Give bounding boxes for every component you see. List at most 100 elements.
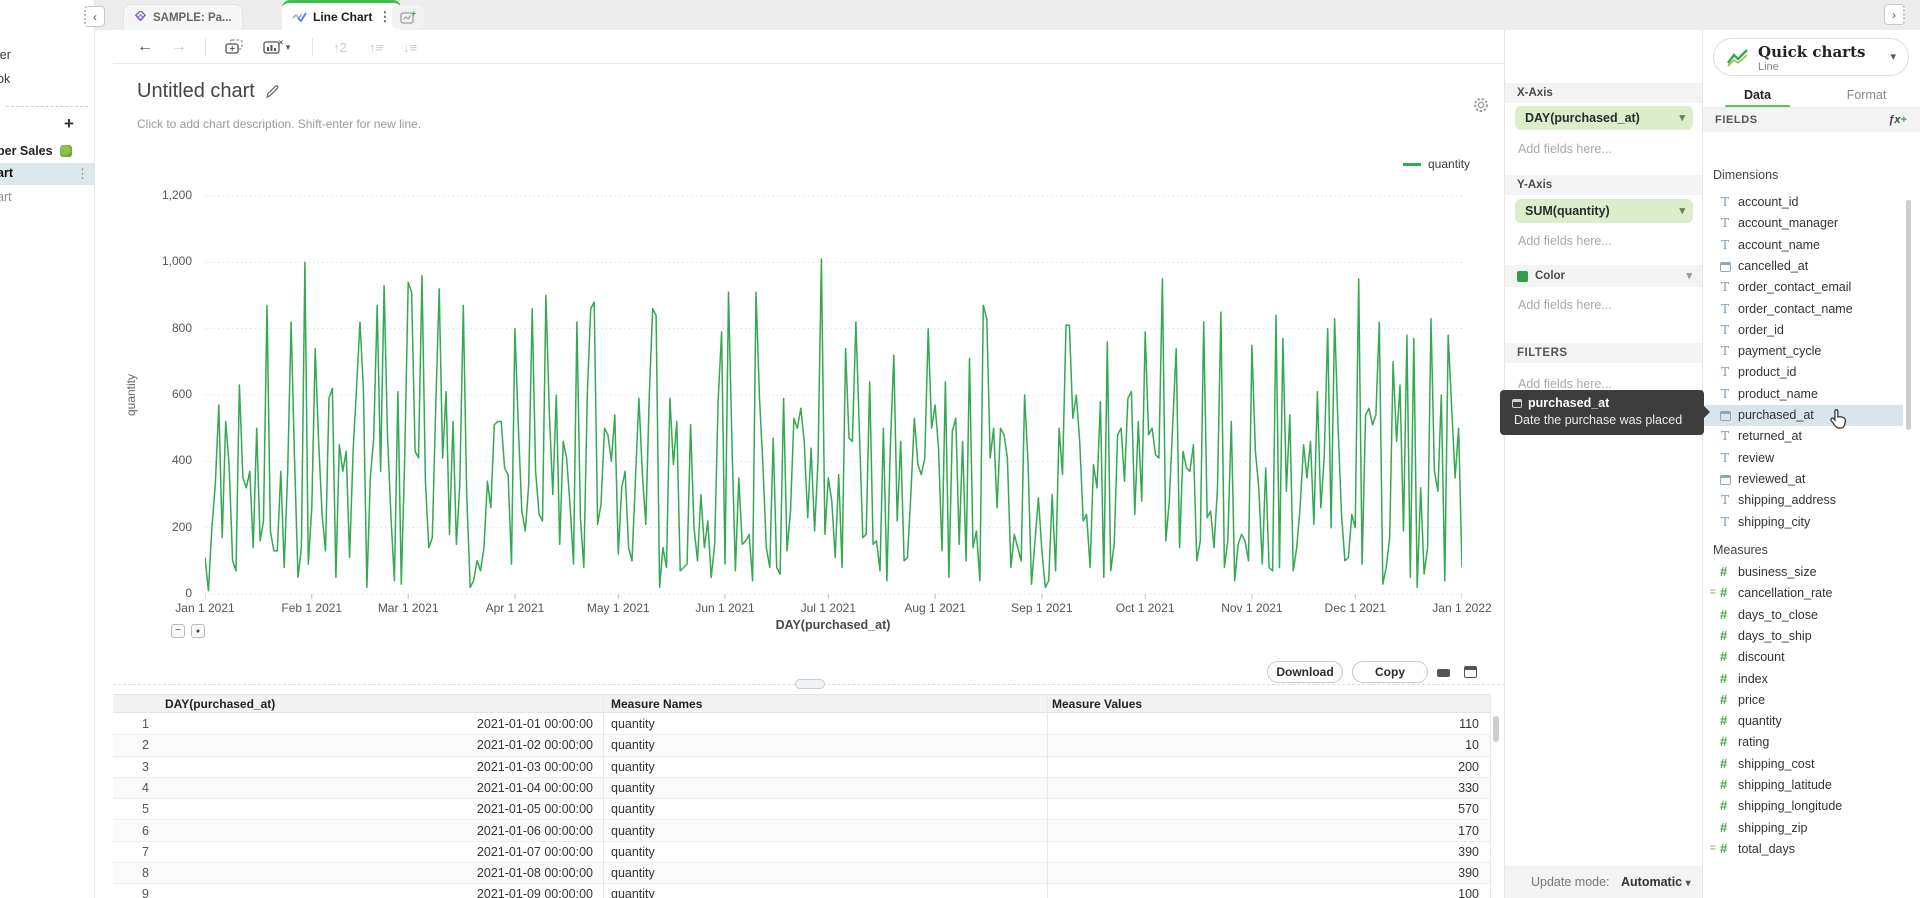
x-axis-field-pill[interactable]: DAY(purchased_at) ▾ [1515,106,1693,130]
field-item-shipping_address[interactable]: Tshipping_address [1703,490,1903,511]
redo-button[interactable]: → [167,35,191,59]
field-item-shipping_latitude[interactable]: #shipping_latitude [1703,775,1903,796]
chevron-down-icon[interactable]: ▾ [1679,106,1685,130]
table-row[interactable]: 12021-01-01 00:00:00quantity110 [113,714,1490,735]
field-item-days_to_close[interactable]: #days_to_close [1703,605,1903,626]
add-calculated-field-icon[interactable]: ƒx+ [1888,108,1907,132]
sidebar-workbook-item[interactable]: per Sales [0,142,95,162]
sidebar-item-cut-1[interactable]: ler [0,48,11,62]
sort-ascending-button[interactable]: ↑≡ [363,35,389,59]
table-row[interactable]: 62021-01-06 00:00:00quantity170 [113,821,1490,842]
table-row[interactable]: 42021-01-04 00:00:00quantity330 [113,778,1490,799]
table-row[interactable]: 22021-01-02 00:00:00quantity10 [113,735,1490,756]
field-item-product_name[interactable]: Tproduct_name [1703,384,1903,405]
field-item-account_name[interactable]: Taccount_name [1703,235,1903,256]
copy-button[interactable]: Copy [1352,661,1428,683]
field-item-days_to_ship[interactable]: #days_to_ship [1703,626,1903,647]
filters-add-fields[interactable]: Add fields here... [1518,377,1612,391]
table-row[interactable]: 82021-01-08 00:00:00quantity390 [113,863,1490,884]
sidebar-divider [6,106,88,107]
chart-type-selector[interactable]: Quick charts Line ▾ [1713,38,1909,76]
tab-format[interactable]: Format [1812,84,1920,108]
update-mode-select[interactable]: Automatic ▾ [1621,875,1691,889]
table-row[interactable]: 92021-01-09 00:00:00quantity100 [113,884,1490,898]
reset-zoom-button[interactable]: ● [191,624,205,638]
x-axis-add-fields[interactable]: Add fields here... [1518,142,1612,156]
field-item-shipping_zip[interactable]: #shipping_zip [1703,818,1903,839]
add-chart-button[interactable]: + [64,114,74,134]
table-row[interactable]: 52021-01-05 00:00:00quantity570 [113,799,1490,820]
field-item-business_size[interactable]: #business_size [1703,562,1903,583]
field-item-shipping_cost[interactable]: #shipping_cost [1703,754,1903,775]
field-item-payment_cycle[interactable]: Tpayment_cycle [1703,341,1903,362]
field-item-returned_at[interactable]: Treturned_at [1703,426,1903,447]
field-item-reviewed_at[interactable]: reviewed_at [1703,469,1903,490]
column-header-measure-names[interactable]: Measure Names [611,697,702,711]
sidebar-item-kebab-icon[interactable]: ⋮ [76,166,89,182]
table-row[interactable]: 32021-01-03 00:00:00quantity200 [113,757,1490,778]
field-item-rating[interactable]: #rating [1703,732,1903,753]
tab-sample-workbook[interactable]: SAMPLE: Pa... [123,4,243,30]
number-type-icon: # [1720,713,1727,728]
column-header-measure-values[interactable]: Measure Values [1052,697,1142,711]
field-item-purchased_at[interactable]: purchased_at [1703,405,1903,426]
table-row[interactable]: 72021-01-07 00:00:00quantity390 [113,842,1490,863]
field-item-review[interactable]: Treview [1703,448,1903,469]
expanded-view-icon[interactable] [1464,666,1477,678]
row-number: 6 [113,824,149,838]
field-item-price[interactable]: #price [1703,690,1903,711]
remove-chart-button[interactable]: × ▾ [255,35,297,59]
chevron-down-icon[interactable]: ▾ [1686,265,1692,287]
column-header-date[interactable]: DAY(purchased_at) [165,697,275,711]
chart-title[interactable]: Untitled chart [137,80,255,103]
chevron-down-icon[interactable]: ▾ [1679,199,1685,223]
download-button[interactable]: Download [1267,661,1343,683]
fields-scrollbar[interactable] [1906,200,1911,430]
field-item-discount[interactable]: #discount [1703,647,1903,668]
new-chart-tab-button[interactable]: + [392,5,424,29]
zoom-out-button[interactable]: − [171,624,185,638]
y-tick-label: 1,200 [142,188,192,202]
sidebar-item-selected[interactable]: art ⋮ [0,163,95,185]
field-label: product_id [1738,365,1796,379]
update-mode-bar: Update mode: Automatic ▾ [1505,866,1702,898]
chart-settings-gear-icon[interactable] [1470,94,1492,116]
leaf-emoji-icon [60,145,72,157]
edit-pencil-icon[interactable] [265,84,280,99]
sidebar-item-cut-2[interactable]: ok [0,72,10,86]
field-item-total_days[interactable]: =#total_days [1703,839,1903,860]
tab-line-chart[interactable]: Line Chart ⋮ [282,0,401,30]
panel-resize-handle[interactable] [795,679,825,689]
collapse-right-panel-button[interactable]: › [1884,4,1905,25]
sort-descending-button[interactable]: ↓≡ [397,35,423,59]
table-scrollbar[interactable] [1493,716,1499,742]
hand-cursor [1830,408,1848,429]
color-section-header[interactable]: Color ▾ [1505,265,1702,287]
tab-data[interactable]: Data [1703,84,1812,108]
chevron-down-icon[interactable]: ▾ [1890,50,1896,63]
color-add-fields[interactable]: Add fields here... [1518,298,1612,312]
field-item-cancellation_rate[interactable]: =#cancellation_rate [1703,583,1903,604]
sort-numeric-button[interactable]: ↑2 [327,35,353,59]
field-item-index[interactable]: #index [1703,669,1903,690]
duplicate-chart-button[interactable]: + [219,35,249,59]
sidebar-item-2[interactable]: art [0,190,12,204]
field-item-account_id[interactable]: Taccount_id [1703,192,1903,213]
field-item-order_contact_name[interactable]: Torder_contact_name [1703,299,1903,320]
line-chart-plot[interactable] [205,185,1462,603]
field-item-order_contact_email[interactable]: Torder_contact_email [1703,277,1903,298]
field-item-quantity[interactable]: #quantity [1703,711,1903,732]
y-axis-add-fields[interactable]: Add fields here... [1518,234,1612,248]
field-item-product_id[interactable]: Tproduct_id [1703,362,1903,383]
collapse-left-panel-button[interactable]: ‹ [84,6,105,27]
undo-button[interactable]: ← [133,35,157,59]
field-item-account_manager[interactable]: Taccount_manager [1703,213,1903,234]
compact-view-icon[interactable] [1437,669,1450,677]
field-item-cancelled_at[interactable]: cancelled_at [1703,256,1903,277]
y-axis-field-pill[interactable]: SUM(quantity) ▾ [1515,199,1693,223]
field-item-shipping_longitude[interactable]: #shipping_longitude [1703,796,1903,817]
tab-kebab-icon[interactable]: ⋮ [378,9,391,25]
field-item-shipping_city[interactable]: Tshipping_city [1703,512,1903,533]
chart-description-placeholder[interactable]: Click to add chart description. Shift-en… [137,117,421,131]
field-item-order_id[interactable]: Torder_id [1703,320,1903,341]
